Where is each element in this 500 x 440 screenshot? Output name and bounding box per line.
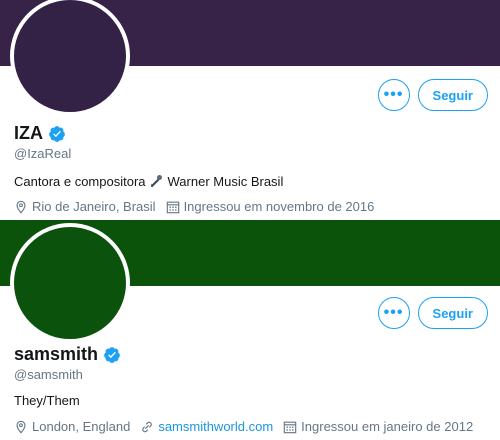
profile-meta: London, England samsmithworld.com Ingres… <box>14 419 473 434</box>
website-item[interactable]: samsmithworld.com <box>140 419 273 434</box>
profile-handle: @samsmith <box>14 367 83 382</box>
name-row: IZA <box>14 123 66 144</box>
profile-name[interactable]: samsmith <box>14 344 98 365</box>
microphone-emoji-icon <box>150 175 162 187</box>
joined-item: Ingressou em novembro de 2016 <box>166 199 375 214</box>
link-icon <box>142 421 153 432</box>
calendar-icon <box>166 201 179 213</box>
location-pin-icon <box>16 200 26 214</box>
profile-handle: @IzaReal <box>14 146 72 161</box>
joined-text: Ingressou em janeiro de 2012 <box>301 419 474 434</box>
bio-text: They/Them <box>14 393 80 408</box>
verified-badge-icon <box>104 346 120 363</box>
joined-text: Ingressou em novembro de 2016 <box>183 199 375 214</box>
bio-suffix: Warner Music Brasil <box>167 173 284 189</box>
more-options-button[interactable]: ••• <box>377 297 410 329</box>
website-link[interactable]: samsmithworld.com <box>158 419 273 434</box>
calendar-icon <box>283 421 297 433</box>
profile-meta: Rio de Janeiro, Brasil Ingressou em nove… <box>14 199 374 214</box>
profile-card-samsmith: ••• Seguir samsmith @samsmith They/Them … <box>0 220 500 440</box>
verified-badge-icon <box>49 125 65 142</box>
avatar[interactable] <box>10 223 130 343</box>
joined-item: Ingressou em janeiro de 2012 <box>283 419 473 434</box>
name-row: samsmith <box>14 344 121 365</box>
follow-button[interactable]: Seguir <box>417 297 488 329</box>
more-options-button[interactable]: ••• <box>377 79 410 111</box>
profile-name[interactable]: IZA <box>14 123 43 144</box>
location-pin-icon <box>16 420 26 434</box>
avatar[interactable] <box>10 0 130 116</box>
profile-card-iza: ••• Seguir IZA @IzaReal Cantora e compos… <box>0 0 500 220</box>
location-item: London, England <box>14 419 130 434</box>
location-text: London, England <box>32 419 131 434</box>
profile-bio: They/Them <box>14 393 80 408</box>
profile-actions: ••• Seguir <box>377 79 488 111</box>
bio-text: Cantora e compositora <box>14 173 146 189</box>
follow-button[interactable]: Seguir <box>417 79 488 111</box>
location-item: Rio de Janeiro, Brasil <box>14 199 156 214</box>
location-text: Rio de Janeiro, Brasil <box>32 199 156 214</box>
profile-bio: Cantora e compositora Warner Music Brasi… <box>14 173 283 189</box>
profile-actions: ••• Seguir <box>377 297 488 329</box>
